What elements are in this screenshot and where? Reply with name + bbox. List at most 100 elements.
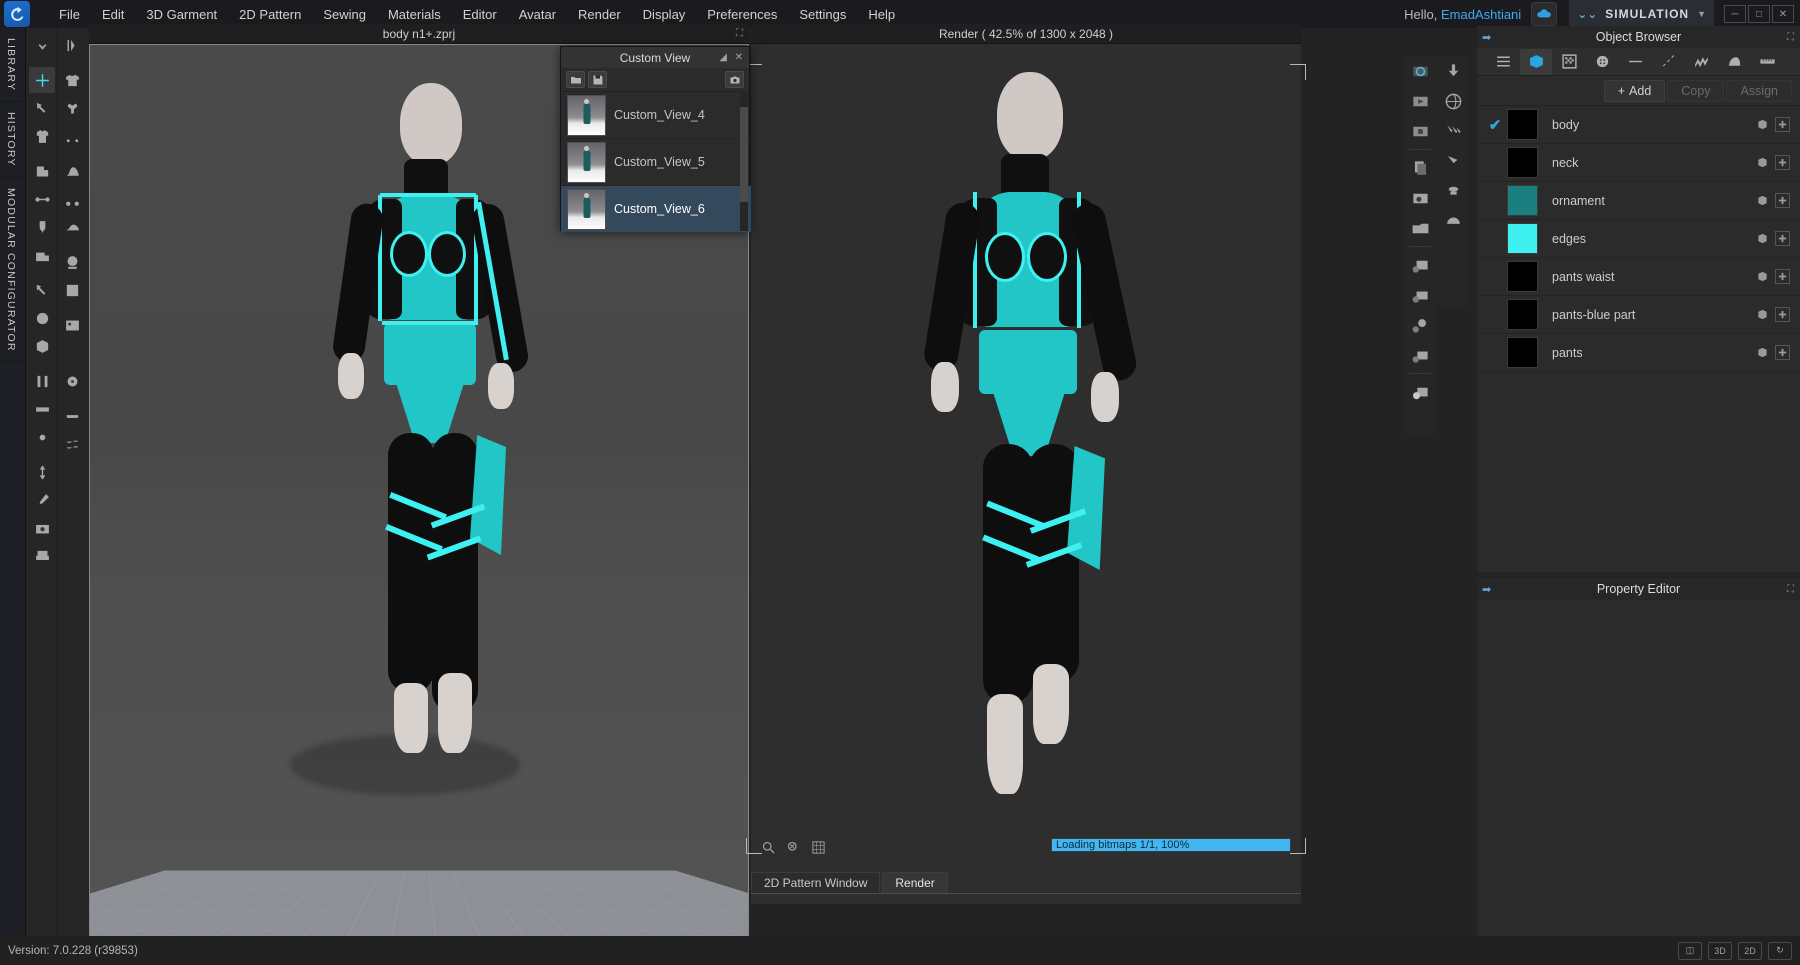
fabric-mini-icon[interactable] — [1755, 193, 1770, 208]
fabric-mini-icon[interactable] — [1755, 345, 1770, 360]
assign-mini-icon[interactable] — [1775, 269, 1790, 284]
topstitch-icon[interactable] — [60, 340, 86, 366]
tab-list-icon[interactable] — [1487, 49, 1519, 75]
grid-icon[interactable] — [809, 839, 828, 856]
menu-item-edit[interactable]: Edit — [91, 3, 135, 26]
row-check-icon[interactable]: ✔ — [1483, 116, 1507, 134]
fabric-swatch-icon[interactable] — [60, 277, 86, 303]
tab-2d-pattern-window[interactable]: 2D Pattern Window — [751, 872, 881, 893]
puckering-icon[interactable] — [60, 431, 86, 457]
tab-fold-icon[interactable] — [1718, 49, 1750, 75]
shoe-icon[interactable] — [60, 214, 86, 240]
menu-item-display[interactable]: Display — [632, 3, 697, 26]
object-browser-list[interactable]: ✔ body neck ornament edges pants waist p… — [1477, 106, 1800, 572]
menu-item-3d-garment[interactable]: 3D Garment — [135, 3, 228, 26]
pin-line-icon[interactable] — [29, 186, 55, 212]
popout-icon[interactable]: ⛶ — [1787, 584, 1794, 595]
area-light-icon[interactable] — [1437, 176, 1469, 206]
window-close-button[interactable]: ✕ — [1772, 5, 1794, 23]
add-button[interactable]: + Add — [1603, 79, 1666, 102]
table-row[interactable]: ornament — [1477, 182, 1800, 220]
texture-sphere-icon[interactable] — [29, 305, 55, 331]
box-tool-icon[interactable] — [29, 333, 55, 359]
environment-sphere-icon[interactable] — [1437, 86, 1469, 116]
zoom-fit-icon[interactable] — [784, 839, 803, 856]
tab-render[interactable]: Render — [882, 872, 948, 893]
vertical-tab-history[interactable]: HISTORY — [0, 102, 22, 178]
custom-view-list[interactable]: Custom_View_4 Custom_View_5 Custom_View_… — [561, 92, 751, 232]
graphic-icon[interactable] — [60, 312, 86, 338]
save-icon[interactable] — [588, 71, 607, 88]
curve-edit-icon[interactable] — [60, 158, 86, 184]
tab-checker-pattern-icon[interactable] — [1553, 49, 1585, 75]
vertical-tab-modular-configurator[interactable]: MODULAR CONFIGURATOR — [0, 178, 22, 363]
tab-button-icon[interactable] — [1586, 49, 1618, 75]
list-item[interactable]: Custom_View_4 — [561, 92, 751, 139]
camera-capture-icon[interactable] — [725, 71, 744, 88]
color-swatch[interactable] — [1507, 261, 1538, 292]
simulate-icon[interactable] — [29, 32, 55, 58]
pin-arrow-icon[interactable]: ➡ — [1482, 31, 1491, 44]
menu-item-render[interactable]: Render — [567, 3, 632, 26]
tab-line-icon[interactable] — [1619, 49, 1651, 75]
caret-down-icon[interactable]: ▼ — [1697, 9, 1706, 19]
render-image-settings-icon[interactable] — [1404, 250, 1436, 280]
color-swatch[interactable] — [1507, 109, 1538, 140]
garment-cut-icon[interactable] — [60, 123, 86, 149]
garment-pin-icon[interactable] — [60, 95, 86, 121]
tab-ruler-icon[interactable] — [1751, 49, 1783, 75]
render-cloud-icon[interactable] — [1404, 377, 1436, 407]
view-3d-button[interactable]: 3D — [1708, 941, 1732, 960]
copy-button[interactable]: Copy — [1667, 79, 1725, 102]
menu-item-help[interactable]: Help — [857, 3, 906, 26]
assign-mini-icon[interactable] — [1775, 155, 1790, 170]
garment-icon[interactable] — [29, 123, 55, 149]
render-copy-icon[interactable] — [1404, 153, 1436, 183]
reset-view-button[interactable]: ↻ — [1768, 941, 1792, 960]
close-icon[interactable]: ✕ — [735, 52, 743, 63]
sewing-machine-icon[interactable] — [29, 242, 55, 268]
menu-item-preferences[interactable]: Preferences — [696, 3, 788, 26]
list-item[interactable]: Custom_View_5 — [561, 139, 751, 186]
color-swatch[interactable] — [1507, 223, 1538, 254]
zipper-icon[interactable] — [29, 214, 55, 240]
render-stop-icon[interactable] — [1404, 116, 1436, 146]
render-snapshot-icon[interactable] — [1404, 183, 1436, 213]
render-light-settings-icon[interactable] — [1404, 310, 1436, 340]
hair-icon[interactable] — [60, 249, 86, 275]
zoom-100-icon[interactable] — [759, 839, 778, 856]
mode-selector[interactable]: ⌄⌄ SIMULATION ▼ — [1569, 0, 1714, 28]
viewport-3d[interactable]: body n1+.zprj ⛶ Custom View ◢ ✕ Custom_V… — [89, 24, 751, 944]
arrow-move-icon[interactable] — [29, 459, 55, 485]
scissors-icon[interactable] — [60, 186, 86, 212]
pin-arrow-icon[interactable]: ➡ — [1482, 583, 1491, 596]
print-layout-icon[interactable] — [29, 543, 55, 569]
render-refresh-icon[interactable] — [1404, 56, 1436, 86]
folder-open-icon[interactable] — [566, 71, 585, 88]
table-row[interactable]: edges — [1477, 220, 1800, 258]
list-item-selected[interactable]: Custom_View_6 — [561, 186, 751, 232]
pen-tool-icon[interactable] — [29, 277, 55, 303]
assign-mini-icon[interactable] — [1775, 231, 1790, 246]
vertical-tab-library[interactable]: LIBRARY — [0, 28, 22, 103]
assign-mini-icon[interactable] — [1775, 117, 1790, 132]
layout-split-button[interactable]: ◫ — [1678, 941, 1702, 960]
table-row[interactable]: pants waist — [1477, 258, 1800, 296]
fabric-mini-icon[interactable] — [1755, 117, 1770, 132]
fold-arrange-icon[interactable] — [29, 158, 55, 184]
color-swatch[interactable] — [1507, 185, 1538, 216]
spotlight-icon[interactable] — [1437, 146, 1469, 176]
menu-item-avatar[interactable]: Avatar — [508, 3, 567, 26]
color-swatch[interactable] — [1507, 147, 1538, 178]
viewport-render[interactable]: Render ( 42.5% of 1300 x 2048 ) Loading … — [746, 24, 1306, 944]
render-play-icon[interactable] — [1404, 86, 1436, 116]
window-minimize-button[interactable]: ─ — [1724, 5, 1746, 23]
window-maximize-button[interactable]: □ — [1748, 5, 1770, 23]
render-video-settings-icon[interactable] — [1404, 340, 1436, 370]
animation-play-icon[interactable] — [60, 32, 86, 58]
menu-item-settings[interactable]: Settings — [788, 3, 857, 26]
scrollbar-thumb[interactable] — [740, 107, 748, 202]
menu-item-editor[interactable]: Editor — [452, 3, 508, 26]
light-rays-icon[interactable] — [1437, 116, 1469, 146]
dome-light-icon[interactable] — [1437, 206, 1469, 236]
